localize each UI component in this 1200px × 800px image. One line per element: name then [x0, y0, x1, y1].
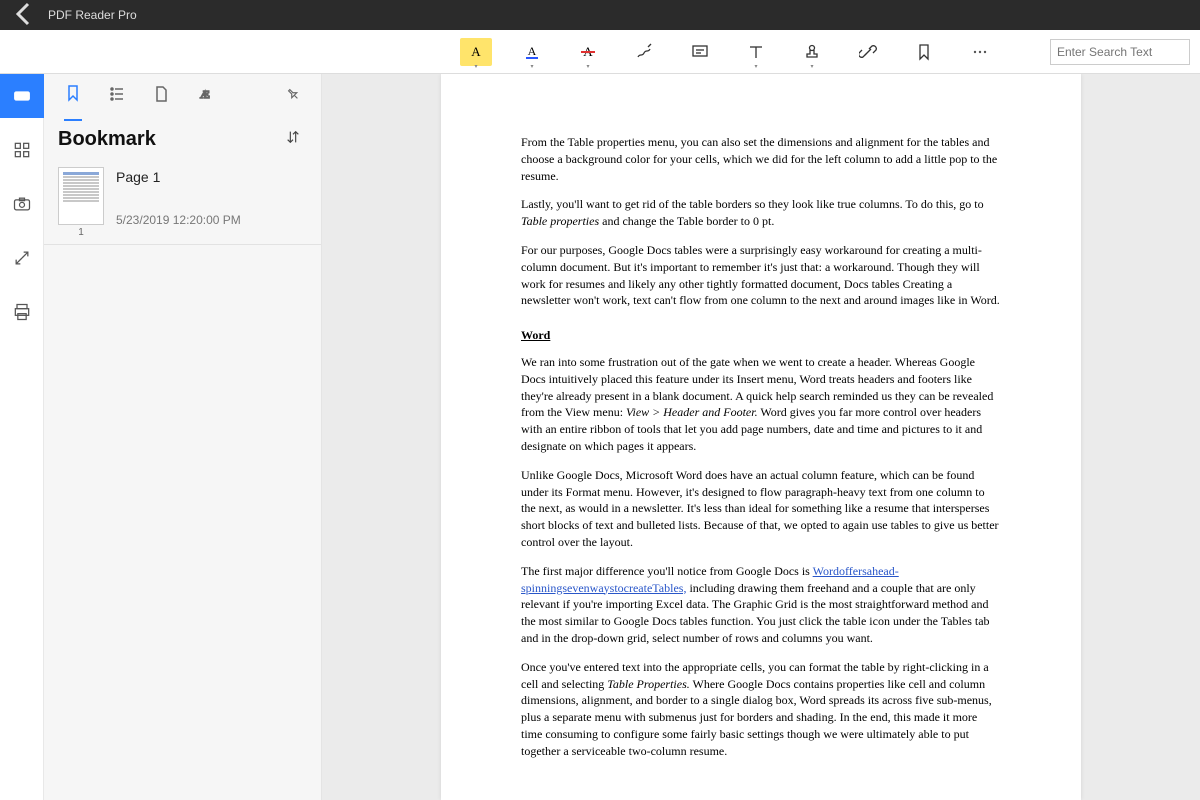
ink-tool[interactable] [628, 38, 660, 66]
more-tool[interactable] [964, 38, 996, 66]
pdf-page: From the Table properties menu, you can … [441, 74, 1081, 800]
left-rail: BOTA [0, 74, 44, 800]
search-input[interactable] [1050, 39, 1190, 65]
sidebar-header: Bookmark [44, 118, 321, 161]
sidebar: Æ Bookmark 1 Page 1 5/23/2019 12:20:00 P… [44, 74, 322, 800]
rail-expand[interactable] [0, 236, 44, 280]
note-tool[interactable] [684, 38, 716, 66]
svg-text:A: A [528, 44, 537, 58]
rail-thumbnails[interactable] [0, 128, 44, 172]
rail-snapshot[interactable] [0, 182, 44, 226]
titlebar: PDF Reader Pro [0, 0, 1200, 30]
pin-sidebar[interactable] [285, 86, 301, 107]
text-tool[interactable]: ▾ [740, 38, 772, 66]
link-tool[interactable] [852, 38, 884, 66]
underline-tool[interactable]: A ▾ [516, 38, 548, 66]
strikeout-tool[interactable]: A ▾ [572, 38, 604, 66]
stamp-tool[interactable]: ▾ [796, 38, 828, 66]
svg-text:BOTA: BOTA [16, 94, 27, 99]
bookmark-pagenum: 1 [58, 227, 104, 238]
svg-text:A: A [471, 44, 481, 59]
toolbar: A ▾ A ▾ A ▾ ▾ ▾ [0, 30, 1200, 74]
bookmark-date: 5/23/2019 12:20:00 PM [116, 213, 241, 227]
sidebar-tabs: Æ [44, 74, 321, 118]
doc-section-heading: Word [521, 327, 550, 344]
doc-paragraph: For our purposes, Google Docs tables wer… [521, 242, 1001, 309]
svg-text:Æ: Æ [200, 89, 210, 101]
app-title: PDF Reader Pro [48, 8, 137, 22]
doc-paragraph: Unlike Google Docs, Microsoft Word does … [521, 467, 1001, 551]
tab-pages[interactable] [152, 73, 170, 120]
back-button[interactable] [8, 0, 40, 33]
doc-paragraph: We ran into some frustration out of the … [521, 354, 1001, 455]
bookmark-item[interactable]: 1 Page 1 5/23/2019 12:20:00 PM [44, 161, 321, 245]
rail-print[interactable] [0, 290, 44, 334]
sort-button[interactable] [285, 129, 301, 150]
doc-paragraph: Once you've entered text into the approp… [521, 659, 1001, 760]
bookmark-tool[interactable] [908, 38, 940, 66]
bookmark-name: Page 1 [116, 169, 241, 185]
tab-outline[interactable] [108, 73, 126, 120]
tab-bookmarks[interactable] [64, 72, 82, 121]
bookmark-thumbnail [58, 167, 104, 225]
viewer[interactable]: From the Table properties menu, you can … [322, 74, 1200, 800]
doc-paragraph: From the Table properties menu, you can … [521, 134, 1001, 184]
rail-bota[interactable]: BOTA [0, 74, 44, 118]
tab-annotations[interactable]: Æ [196, 73, 214, 120]
doc-paragraph: The first major difference you'll notice… [521, 563, 1001, 647]
sidebar-title: Bookmark [58, 128, 156, 151]
doc-paragraph: Lastly, you'll want to get rid of the ta… [521, 196, 1001, 230]
highlight-tool[interactable]: A ▾ [460, 38, 492, 66]
